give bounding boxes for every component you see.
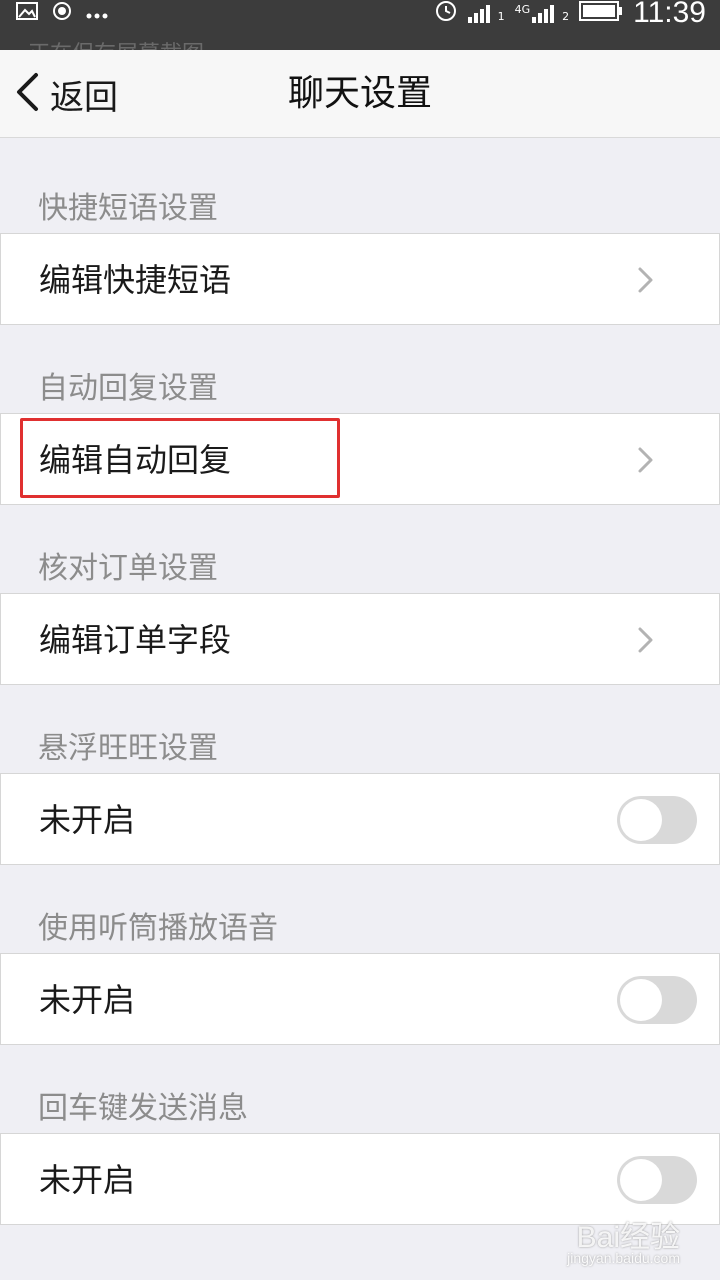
status-bar: 1 4G 2 11:39 正在保存屏幕截图 (0, 0, 720, 67)
back-button[interactable]: 返回 (14, 50, 118, 138)
status-left-icons (16, 0, 108, 26)
section-header-earpiece-voice: 使用听筒播放语音 (38, 911, 278, 946)
record-icon (52, 1, 72, 25)
back-label: 返回 (50, 77, 118, 118)
row-edit-order-fields[interactable]: 编辑订单字段 (0, 593, 720, 685)
toggle-knob (620, 1159, 662, 1201)
highlight-box (20, 418, 340, 498)
row-label: 编辑订单字段 (39, 621, 232, 659)
signal-4g-icon: 4G 2 (514, 3, 570, 23)
section-header-auto-reply: 自动回复设置 (38, 371, 218, 406)
status-right-icons: 1 4G 2 11:39 (434, 0, 706, 29)
chevron-left-icon (14, 72, 40, 116)
row-earpiece-voice: 未开启 (0, 953, 720, 1045)
row-label: 未开启 (39, 1161, 136, 1199)
chevron-right-icon (631, 626, 659, 654)
signal-icon: 1 (467, 3, 505, 23)
chevron-right-icon (631, 446, 659, 474)
section-header-floating-wangwang: 悬浮旺旺设置 (38, 731, 218, 766)
floating-wangwang-toggle[interactable] (617, 796, 697, 844)
enter-send-toggle[interactable] (617, 1156, 697, 1204)
row-edit-quick-phrases[interactable]: 编辑快捷短语 (0, 233, 720, 325)
section-header-enter-send: 回车键发送消息 (38, 1091, 248, 1126)
row-floating-wangwang: 未开启 (0, 773, 720, 865)
toggle-knob (620, 979, 662, 1021)
row-label: 未开启 (39, 981, 136, 1019)
battery-icon (579, 0, 623, 26)
alarm-icon (434, 0, 458, 27)
sim2-label: 2 (562, 10, 570, 23)
more-dots-icon (86, 4, 108, 23)
net-label: 4G (514, 3, 531, 16)
chevron-right-icon (631, 266, 659, 294)
row-label: 编辑快捷短语 (39, 261, 232, 299)
section-header-quick-phrases: 快捷短语设置 (38, 191, 218, 226)
row-label: 未开启 (39, 801, 136, 839)
section-header-order-check: 核对订单设置 (38, 551, 218, 586)
baidu-watermark-url: jingyan.baidu.com (567, 1250, 680, 1266)
image-icon (16, 2, 38, 24)
earpiece-voice-toggle[interactable] (617, 976, 697, 1024)
nav-bar: 聊天设置 返回 (0, 50, 720, 138)
sim1-label: 1 (497, 10, 505, 23)
status-time: 11:39 (633, 0, 706, 29)
toggle-knob (620, 799, 662, 841)
